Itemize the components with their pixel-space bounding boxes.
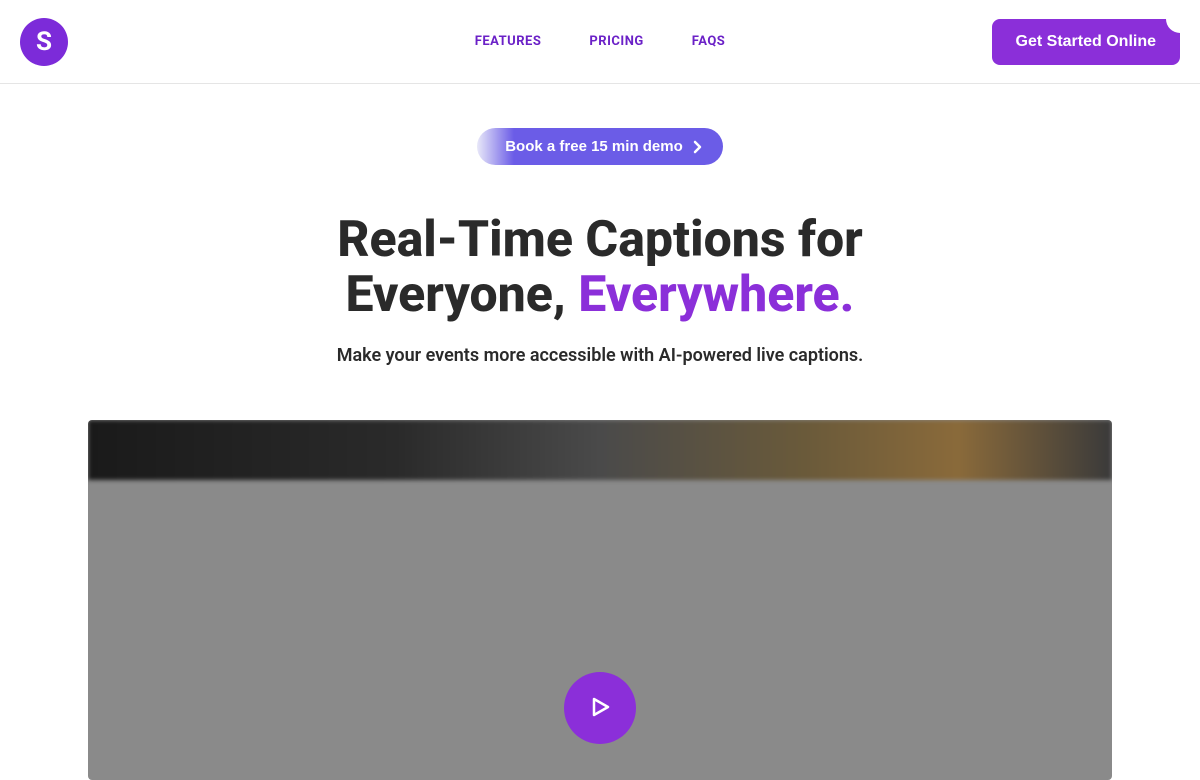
play-icon (588, 695, 612, 722)
play-button[interactable] (564, 672, 636, 744)
nav-features[interactable]: FEATURES (475, 34, 542, 49)
chevron-right-icon (693, 140, 703, 154)
header: S FEATURES PRICING FAQS Get Started Onli… (0, 0, 1200, 84)
hero-section: Book a free 15 min demo Real-Time Captio… (0, 84, 1200, 780)
main-nav: FEATURES PRICING FAQS (475, 34, 726, 49)
nav-faqs[interactable]: FAQS (692, 34, 726, 49)
hero-title-line2-prefix: Everyone, (345, 266, 578, 324)
nav-pricing[interactable]: PRICING (589, 34, 643, 49)
video-container (88, 420, 1112, 780)
demo-button-label: Book a free 15 min demo (505, 138, 683, 155)
hero-title-line1: Real-Time Captions for (337, 211, 863, 269)
logo[interactable]: S (20, 18, 68, 66)
video-thumbnail-band (88, 420, 1112, 480)
hero-subtitle: Make your events more accessible with AI… (0, 345, 1200, 366)
book-demo-button[interactable]: Book a free 15 min demo (477, 128, 723, 165)
hero-title-highlight: Everywhere. (578, 266, 854, 324)
get-started-button[interactable]: Get Started Online (992, 19, 1180, 65)
logo-letter: S (36, 27, 52, 57)
hero-title: Real-Time Captions for Everyone, Everywh… (220, 213, 980, 323)
